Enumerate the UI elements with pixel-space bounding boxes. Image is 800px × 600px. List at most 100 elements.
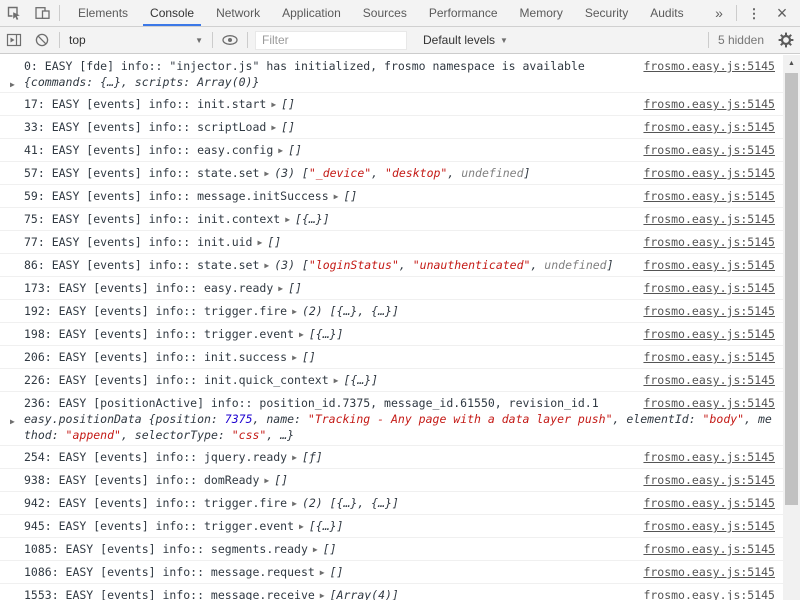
source-link[interactable]: frosmo.easy.js:5145 bbox=[643, 495, 775, 511]
source-link[interactable]: frosmo.easy.js:5145 bbox=[643, 303, 775, 319]
tab-security[interactable]: Security bbox=[574, 0, 639, 26]
tab-sources[interactable]: Sources bbox=[352, 0, 418, 26]
source-link[interactable]: frosmo.easy.js:5145 bbox=[643, 96, 775, 112]
expand-arrow-icon[interactable]: ▶ bbox=[334, 189, 339, 205]
preview-segment: [] bbox=[281, 97, 295, 111]
expand-arrow-icon[interactable]: ▶ bbox=[292, 304, 297, 320]
source-link[interactable]: frosmo.easy.js:5145 bbox=[643, 564, 775, 580]
message-line: frosmo.easy.js:5145192: EASY [events] in… bbox=[24, 303, 775, 320]
console-message: frosmo.easy.js:5145 254: EASY [events] in… bbox=[0, 446, 783, 469]
expand-arrow-icon[interactable]: ▶ bbox=[278, 281, 283, 297]
source-link[interactable]: frosmo.easy.js:5145 bbox=[643, 472, 775, 488]
tab-application[interactable]: Application bbox=[271, 0, 352, 26]
tab-console[interactable]: Console bbox=[139, 0, 205, 26]
tab-network[interactable]: Network bbox=[205, 0, 271, 26]
vertical-scrollbar[interactable]: ▲ bbox=[783, 55, 800, 600]
clear-console-icon[interactable] bbox=[28, 27, 56, 53]
expand-arrow-icon[interactable]: ▶ bbox=[320, 565, 325, 581]
console-message: frosmo.easy.js:51450: EASY [fde] info:: … bbox=[0, 55, 783, 93]
object-preview: easy.positionData {position: 7375, name:… bbox=[24, 412, 772, 442]
source-link[interactable]: frosmo.easy.js:5145 bbox=[643, 518, 775, 534]
settings-gear-icon[interactable] bbox=[772, 27, 800, 53]
source-link[interactable]: frosmo.easy.js:5145 bbox=[643, 211, 775, 227]
message-line: frosmo.easy.js:5145945: EASY [events] in… bbox=[24, 518, 775, 535]
preview-segment: "css" bbox=[232, 428, 267, 442]
expand-arrow-icon[interactable]: ▶ bbox=[278, 143, 283, 159]
scrollbar-thumb[interactable] bbox=[785, 73, 798, 505]
expand-arrow-icon[interactable]: ▶ bbox=[299, 327, 304, 343]
object-preview: [] bbox=[302, 350, 316, 364]
device-toolbar-icon[interactable] bbox=[28, 0, 56, 26]
message-line: frosmo.easy.js:514517: EASY [events] inf… bbox=[24, 96, 775, 113]
object-preview: [{…}] bbox=[295, 212, 330, 226]
object-preview: [] bbox=[281, 97, 295, 111]
expand-arrow-icon[interactable]: ▶ bbox=[299, 519, 304, 535]
expand-arrow-icon[interactable]: ▶ bbox=[313, 542, 318, 558]
source-link[interactable]: frosmo.easy.js:5145 bbox=[643, 326, 775, 342]
source-link[interactable]: frosmo.easy.js:5145 bbox=[643, 372, 775, 388]
source-link[interactable]: frosmo.easy.js:5145 bbox=[643, 257, 775, 273]
console-message: frosmo.easy.js:5145173: EASY [events] in… bbox=[0, 277, 783, 300]
expand-arrow-icon[interactable]: ▶ bbox=[285, 212, 290, 228]
preview-segment: [] bbox=[288, 281, 302, 295]
message-text: 254: EASY [events] info:: jquery.ready bbox=[24, 450, 287, 464]
message-line: frosmo.easy.js:51450: EASY [fde] info:: … bbox=[24, 58, 775, 74]
scrollbar-up-arrow-icon[interactable]: ▲ bbox=[783, 55, 800, 71]
source-link[interactable]: frosmo.easy.js:5145 bbox=[643, 449, 775, 465]
expand-arrow-icon[interactable]: ▶ bbox=[257, 235, 262, 251]
live-expression-eye-icon[interactable] bbox=[216, 27, 244, 53]
source-link[interactable]: frosmo.easy.js:5145 bbox=[643, 142, 775, 158]
expand-arrow-icon[interactable]: ▶ bbox=[292, 450, 297, 466]
expand-arrow-icon[interactable]: ▶ bbox=[271, 120, 276, 136]
source-link[interactable]: frosmo.easy.js:5145 bbox=[643, 188, 775, 204]
source-link[interactable]: frosmo.easy.js:5145 bbox=[643, 280, 775, 296]
expand-arrow-icon[interactable]: ▶ bbox=[264, 258, 269, 274]
console-sidebar-toggle-icon[interactable] bbox=[0, 27, 28, 53]
tab-audits[interactable]: Audits bbox=[639, 0, 694, 26]
expand-arrow-icon[interactable]: ▶ bbox=[10, 77, 15, 93]
inspect-element-icon[interactable] bbox=[0, 0, 28, 26]
log-levels-dropdown[interactable]: Default levels ▼ bbox=[417, 33, 514, 47]
tab-performance[interactable]: Performance bbox=[418, 0, 509, 26]
expand-arrow-icon[interactable]: ▶ bbox=[10, 414, 15, 430]
console-message: frosmo.easy.js:5145945: EASY [events] in… bbox=[0, 515, 783, 538]
console-message: frosmo.easy.js:51451085: EASY [events] i… bbox=[0, 538, 783, 561]
source-link[interactable]: frosmo.easy.js:5145 bbox=[643, 119, 775, 135]
preview-segment: ] bbox=[524, 166, 531, 180]
source-link[interactable]: frosmo.easy.js:5145 bbox=[643, 349, 775, 365]
kebab-glyph: ⋮ bbox=[748, 7, 761, 20]
devtools-menu-icon[interactable]: ⋮ bbox=[740, 0, 768, 26]
message-text: 75: EASY [events] info:: init.context bbox=[24, 212, 280, 226]
expand-arrow-icon[interactable]: ▶ bbox=[271, 97, 276, 113]
message-text: 226: EASY [events] info:: init.quick_con… bbox=[24, 373, 329, 387]
expand-arrow-icon[interactable]: ▶ bbox=[292, 496, 297, 512]
expand-arrow-icon[interactable]: ▶ bbox=[264, 166, 269, 182]
tab-elements[interactable]: Elements bbox=[67, 0, 139, 26]
message-line: frosmo.easy.js:514577: EASY [events] inf… bbox=[24, 234, 775, 251]
preview-segment: "append" bbox=[66, 428, 121, 442]
message-line: frosmo.easy.js:5145206: EASY [events] in… bbox=[24, 349, 775, 366]
expand-arrow-icon[interactable]: ▶ bbox=[334, 373, 339, 389]
message-line: frosmo.easy.js:5145942: EASY [events] in… bbox=[24, 495, 775, 512]
console-toolbar: top ▼ Default levels ▼ 5 hidden bbox=[0, 27, 800, 54]
preview-segment: [] bbox=[323, 542, 337, 556]
source-link[interactable]: frosmo.easy.js:5145 bbox=[643, 541, 775, 557]
message-line: frosmo.easy.js:5145198: EASY [events] in… bbox=[24, 326, 775, 343]
expand-arrow-icon[interactable]: ▶ bbox=[320, 588, 325, 600]
source-link[interactable]: frosmo.easy.js:5145 bbox=[643, 587, 775, 600]
tab-memory[interactable]: Memory bbox=[509, 0, 574, 26]
preview-segment: [{…}] bbox=[343, 373, 378, 387]
preview-segment: [] bbox=[288, 143, 302, 157]
expand-arrow-icon[interactable]: ▶ bbox=[292, 350, 297, 366]
source-link[interactable]: frosmo.easy.js:5145 bbox=[643, 58, 775, 74]
source-link[interactable]: frosmo.easy.js:5145 bbox=[643, 395, 775, 411]
divider bbox=[59, 5, 60, 21]
source-link[interactable]: frosmo.easy.js:5145 bbox=[643, 234, 775, 250]
execution-context-selector[interactable]: top ▼ bbox=[63, 30, 209, 50]
close-devtools-icon[interactable]: × bbox=[768, 0, 796, 26]
source-link[interactable]: frosmo.easy.js:5145 bbox=[643, 165, 775, 181]
more-tabs-icon[interactable]: » bbox=[705, 0, 733, 26]
filter-input[interactable] bbox=[255, 31, 407, 50]
expand-arrow-icon[interactable]: ▶ bbox=[264, 473, 269, 489]
preview-segment: [] bbox=[274, 473, 288, 487]
